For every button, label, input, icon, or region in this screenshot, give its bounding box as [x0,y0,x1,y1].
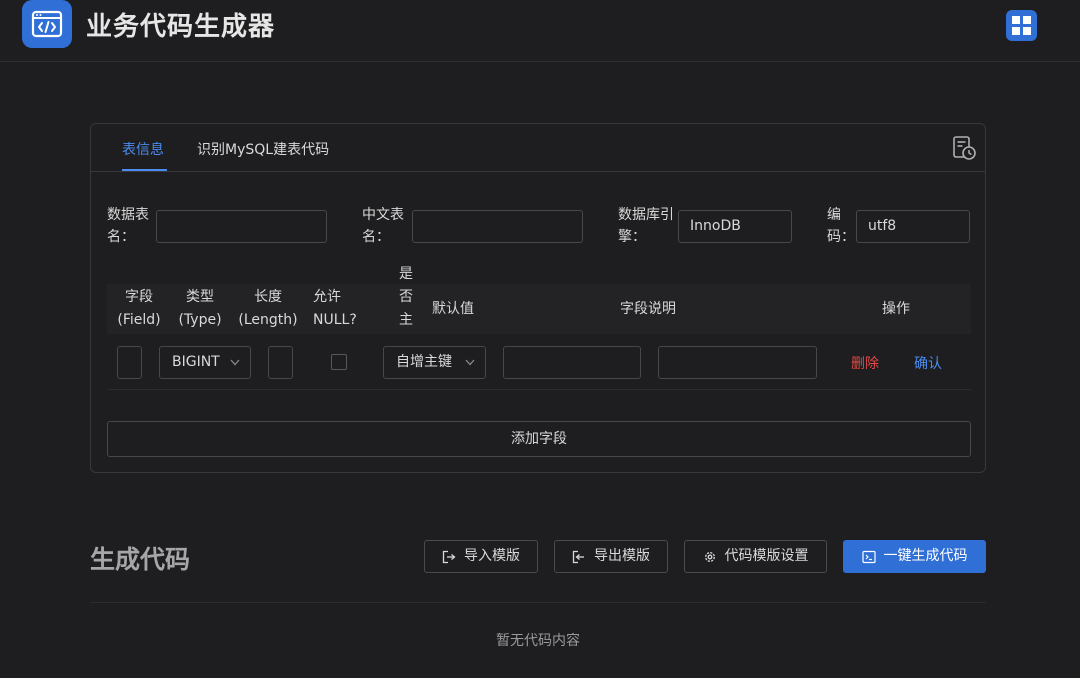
export-template-label: 导出模版 [594,541,650,572]
tab-table-info[interactable]: 表信息 [122,139,164,159]
th-comment: 字段说明 [620,298,676,321]
cn-name-label: 中文表名： [362,204,408,248]
delete-row-link[interactable]: 删除 [851,353,879,373]
charset-input[interactable]: utf8 [856,210,970,243]
app-header: 业务代码生成器 [0,0,1080,62]
active-tab-indicator [122,169,167,171]
generate-code-label: 一键生成代码 [884,541,968,572]
primary-key-select-value: 自增主键 [396,354,452,370]
confirm-row-link[interactable]: 确认 [914,353,942,373]
generate-code-button[interactable]: 一键生成代码 [843,540,986,573]
table-name-label: 数据表名： [107,204,153,248]
th-action: 操作 [882,298,910,321]
app-title: 业务代码生成器 [86,6,275,43]
template-settings-label: 代码模版设置 [725,541,809,572]
chevron-down-icon [230,359,240,366]
th-default: 默认值 [432,298,474,321]
export-template-button[interactable]: 导出模版 [554,540,668,573]
table-info-card: 表信息 识别MySQL建表代码 数据表名： 中文表名： 数据库引擎： InnoD… [90,123,986,473]
section-divider [90,602,986,603]
default-value-input[interactable] [503,346,641,379]
import-template-button[interactable]: 导入模版 [424,540,538,573]
code-window-icon [22,0,72,48]
th-type: 类型(Type) [177,286,223,332]
nullable-checkbox[interactable] [331,354,347,370]
field-name-input[interactable] [117,346,142,379]
th-field: 字段(Field) [117,286,161,332]
fields-table-header: 字段(Field) 类型(Type) 长度(Length) 允许NULL? 是否… [107,284,971,334]
engine-label: 数据库引擎： [618,204,678,248]
chevron-down-icon [465,359,475,366]
primary-key-select[interactable]: 自增主键 [383,346,486,379]
type-select-value: BIGINT [172,354,220,370]
history-icon[interactable] [951,135,977,161]
th-primary: 是否主 [399,263,415,332]
table-name-input[interactable] [156,210,327,243]
template-settings-button[interactable]: 代码模版设置 [684,540,827,573]
import-template-label: 导入模版 [464,541,520,572]
empty-code-placeholder: 暂无代码内容 [0,630,1076,650]
add-field-button[interactable]: 添加字段 [107,421,971,457]
generate-section-title: 生成代码 [90,540,190,576]
charset-label: 编码： [827,204,845,248]
th-length: 长度(Length) [237,286,299,332]
gear-icon [703,550,717,564]
th-nullable: 允许NULL? [313,286,361,332]
comment-input[interactable] [658,346,817,379]
type-select[interactable]: BIGINT [159,346,251,379]
tab-mysql-ddl[interactable]: 识别MySQL建表代码 [197,139,329,159]
length-input[interactable] [268,346,293,379]
terminal-icon [862,550,876,564]
cn-name-input[interactable] [412,210,583,243]
tab-bar: 表信息 识别MySQL建表代码 [91,124,985,172]
layout-grid-icon[interactable] [1006,10,1037,41]
import-icon [442,550,456,564]
export-icon [572,550,586,564]
engine-input[interactable]: InnoDB [678,210,792,243]
table-row: BIGINT 自增主键 删除 确认 [107,334,971,390]
